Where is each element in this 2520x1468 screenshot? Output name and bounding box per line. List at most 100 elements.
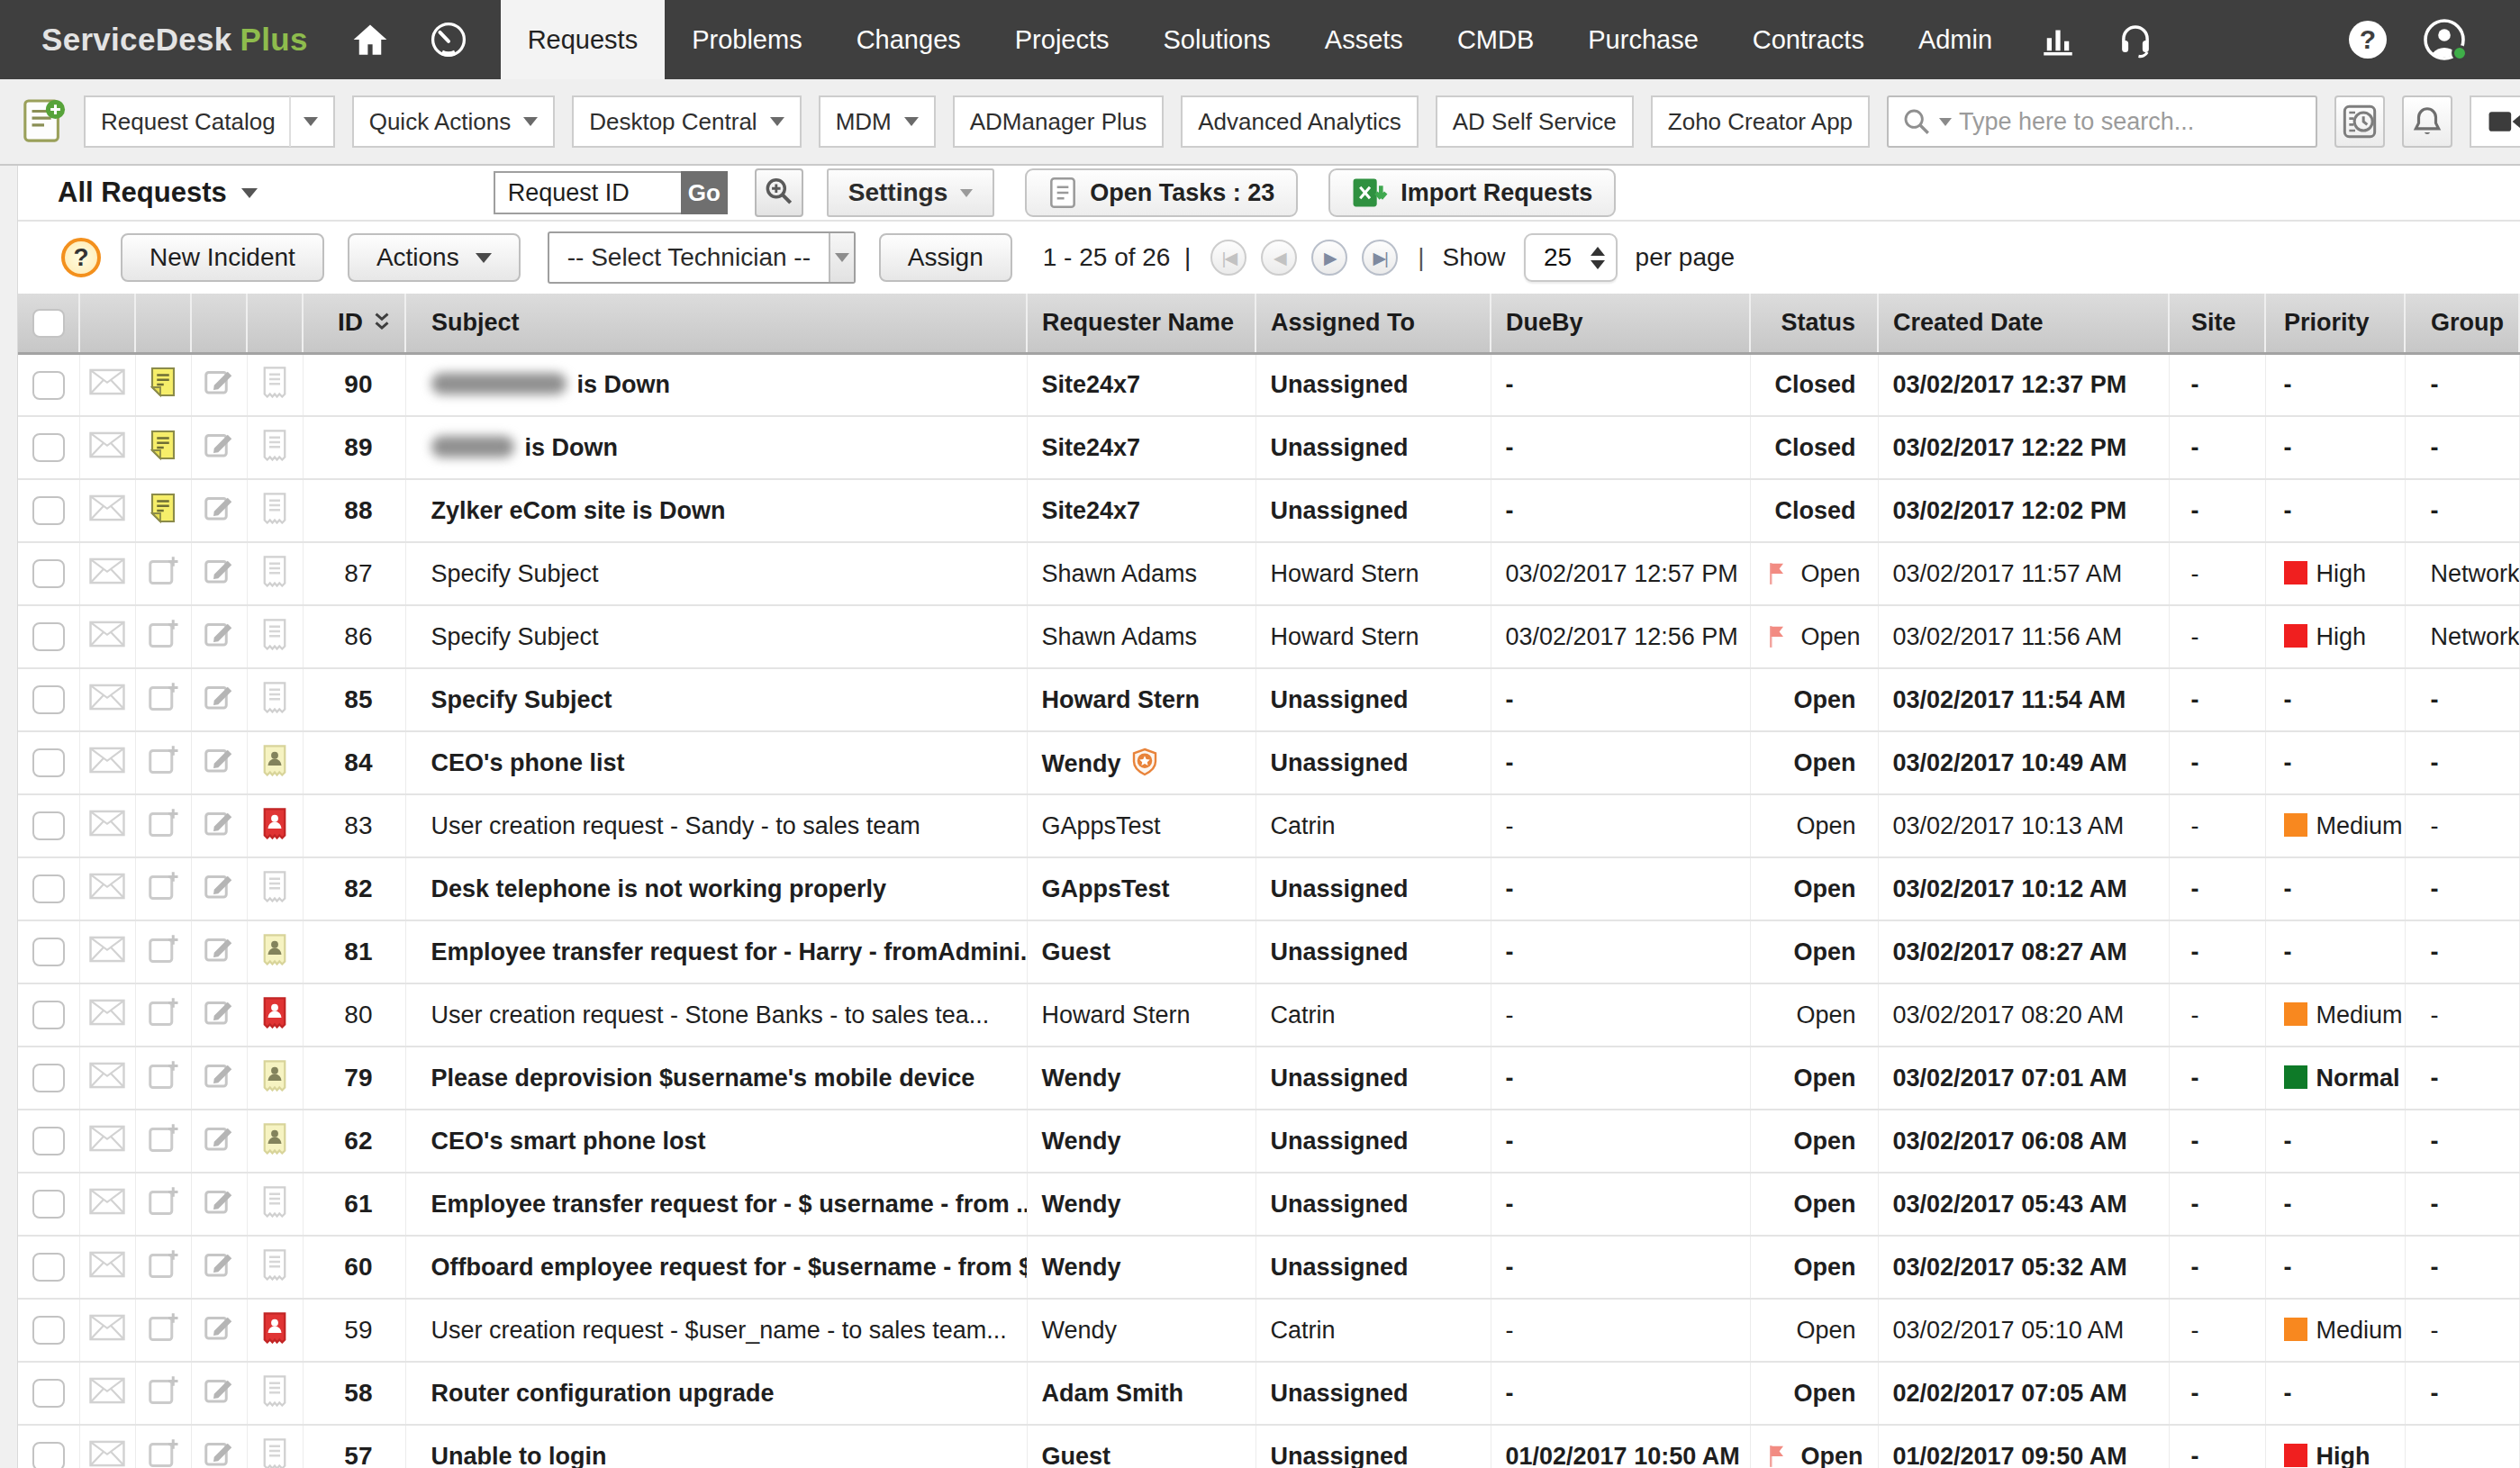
column-header-subject[interactable]: Subject bbox=[405, 294, 1027, 353]
toolbar-button-desktop-central[interactable]: Desktop Central bbox=[572, 95, 801, 148]
edit-icon[interactable] bbox=[203, 996, 235, 1029]
column-header-id[interactable]: ID bbox=[303, 294, 405, 353]
copy-new-icon[interactable] bbox=[147, 1059, 179, 1092]
note-icon[interactable] bbox=[147, 429, 179, 461]
mail-icon[interactable] bbox=[89, 936, 125, 963]
support-button[interactable] bbox=[2097, 0, 2174, 79]
row-checkbox[interactable] bbox=[32, 938, 65, 966]
subject-link[interactable]: CEO's phone list bbox=[431, 749, 625, 776]
tab-contracts[interactable]: Contracts bbox=[1726, 0, 1891, 79]
subject-link[interactable]: User creation request - Stone Banks - to… bbox=[431, 1001, 990, 1029]
row-checkbox[interactable] bbox=[32, 1190, 65, 1219]
column-header-site[interactable]: Site bbox=[2169, 294, 2265, 353]
search-scope-caret[interactable] bbox=[1939, 118, 1952, 126]
toolbar-button-request-catalog[interactable]: Request Catalog bbox=[84, 95, 335, 148]
first-page-button[interactable]: |◀ bbox=[1210, 240, 1246, 276]
subject-link[interactable]: is Down bbox=[577, 371, 671, 398]
notifications-button[interactable] bbox=[2402, 95, 2452, 148]
mail-icon[interactable] bbox=[89, 1251, 125, 1278]
worklog-icon[interactable] bbox=[260, 366, 289, 398]
edit-icon[interactable] bbox=[203, 1437, 235, 1468]
actions-button[interactable]: Actions bbox=[348, 233, 521, 282]
row-checkbox[interactable] bbox=[32, 748, 65, 777]
mail-icon[interactable] bbox=[89, 621, 125, 648]
copy-new-icon[interactable] bbox=[147, 1311, 179, 1344]
row-checkbox[interactable] bbox=[32, 1001, 65, 1029]
reports-button[interactable] bbox=[2019, 0, 2097, 79]
row-checkbox[interactable] bbox=[32, 1442, 65, 1468]
mail-icon[interactable] bbox=[89, 494, 125, 521]
row-checkbox[interactable] bbox=[32, 1379, 65, 1408]
view-selector[interactable]: All Requests bbox=[58, 177, 258, 209]
edit-icon[interactable] bbox=[203, 1122, 235, 1155]
row-checkbox[interactable] bbox=[32, 1127, 65, 1155]
approval-pending-icon[interactable] bbox=[260, 933, 289, 965]
copy-new-icon[interactable] bbox=[147, 1185, 179, 1218]
row-checkbox[interactable] bbox=[32, 1253, 65, 1282]
product-button[interactable]: Product O bbox=[2470, 95, 2520, 148]
tab-admin[interactable]: Admin bbox=[1891, 0, 2019, 79]
subject-link[interactable]: Employee transfer request for - Harry - … bbox=[431, 938, 1028, 965]
subject-link[interactable]: Specify Subject bbox=[431, 686, 612, 713]
approval-denied-icon[interactable] bbox=[260, 807, 289, 839]
note-icon[interactable] bbox=[147, 366, 179, 398]
copy-new-icon[interactable] bbox=[147, 1122, 179, 1155]
edit-icon[interactable] bbox=[203, 1059, 235, 1092]
mail-icon[interactable] bbox=[89, 1314, 125, 1341]
table-row[interactable]: 59User creation request - $user_name - t… bbox=[18, 1299, 2519, 1362]
edit-icon[interactable] bbox=[203, 933, 235, 965]
edit-icon[interactable] bbox=[203, 555, 235, 587]
toolbar-button-advanced-analytics[interactable]: Advanced Analytics bbox=[1181, 95, 1418, 148]
tab-cmdb[interactable]: CMDB bbox=[1430, 0, 1561, 79]
tab-assets[interactable]: Assets bbox=[1298, 0, 1430, 79]
approval-pending-icon[interactable] bbox=[260, 1122, 289, 1155]
copy-new-icon[interactable] bbox=[147, 1374, 179, 1407]
edit-icon[interactable] bbox=[203, 1248, 235, 1281]
worklog-icon[interactable] bbox=[260, 1374, 289, 1407]
column-header-dueby[interactable]: DueBy bbox=[1491, 294, 1750, 353]
table-row[interactable]: 89is DownSite24x7Unassigned-Closed03/02/… bbox=[18, 416, 2519, 479]
worklog-icon[interactable] bbox=[260, 1248, 289, 1281]
row-checkbox[interactable] bbox=[32, 874, 65, 903]
mail-icon[interactable] bbox=[89, 747, 125, 774]
subject-link[interactable]: Specify Subject bbox=[431, 560, 599, 587]
copy-new-icon[interactable] bbox=[147, 744, 179, 776]
home-button[interactable] bbox=[331, 0, 409, 79]
global-search[interactable]: Type here to search... bbox=[1887, 95, 2317, 148]
page-size-stepper[interactable]: 25 bbox=[1524, 233, 1618, 282]
help-hint-icon[interactable]: ? bbox=[61, 238, 101, 277]
table-row[interactable]: 79Please deprovision $username's mobile … bbox=[18, 1047, 2519, 1110]
edit-icon[interactable] bbox=[203, 1374, 235, 1407]
user-menu[interactable] bbox=[2423, 18, 2466, 61]
toolbar-button-admanager-plus[interactable]: ADManager Plus bbox=[953, 95, 1165, 148]
subject-link[interactable]: Router configuration upgrade bbox=[431, 1380, 775, 1407]
toolbar-button-ad-self-service[interactable]: AD Self Service bbox=[1436, 95, 1634, 148]
technician-select[interactable]: -- Select Technician -- bbox=[548, 231, 856, 284]
help-button[interactable]: ? bbox=[2349, 21, 2387, 59]
column-header-status[interactable]: Status bbox=[1750, 294, 1878, 353]
edit-icon[interactable] bbox=[203, 1185, 235, 1218]
table-row[interactable]: 61Employee transfer request for - $ user… bbox=[18, 1173, 2519, 1236]
column-header-requester-name[interactable]: Requester Name bbox=[1027, 294, 1255, 353]
mail-icon[interactable] bbox=[89, 999, 125, 1026]
settings-button[interactable]: Settings bbox=[827, 168, 994, 217]
edit-icon[interactable] bbox=[203, 807, 235, 839]
mail-icon[interactable] bbox=[89, 873, 125, 900]
table-row[interactable]: 58Router configuration upgradeAdam Smith… bbox=[18, 1362, 2519, 1425]
worklog-icon[interactable] bbox=[260, 681, 289, 713]
edit-icon[interactable] bbox=[203, 870, 235, 902]
tab-solutions[interactable]: Solutions bbox=[1137, 0, 1298, 79]
table-row[interactable]: 84CEO's phone listWendyUnassigned-Open03… bbox=[18, 731, 2519, 794]
mail-icon[interactable] bbox=[89, 1377, 125, 1404]
mail-icon[interactable] bbox=[89, 810, 125, 837]
assign-button[interactable]: Assign bbox=[879, 233, 1012, 282]
edit-icon[interactable] bbox=[203, 366, 235, 398]
go-button[interactable]: Go bbox=[681, 171, 728, 214]
table-row[interactable]: 60Offboard employee request for - $usern… bbox=[18, 1236, 2519, 1299]
worklog-icon[interactable] bbox=[260, 1437, 289, 1468]
worklog-icon[interactable] bbox=[260, 1185, 289, 1218]
new-request-icon[interactable] bbox=[22, 97, 67, 146]
mail-icon[interactable] bbox=[89, 1125, 125, 1152]
collapsed-sidebar[interactable] bbox=[0, 166, 18, 1468]
row-checkbox[interactable] bbox=[32, 496, 65, 525]
